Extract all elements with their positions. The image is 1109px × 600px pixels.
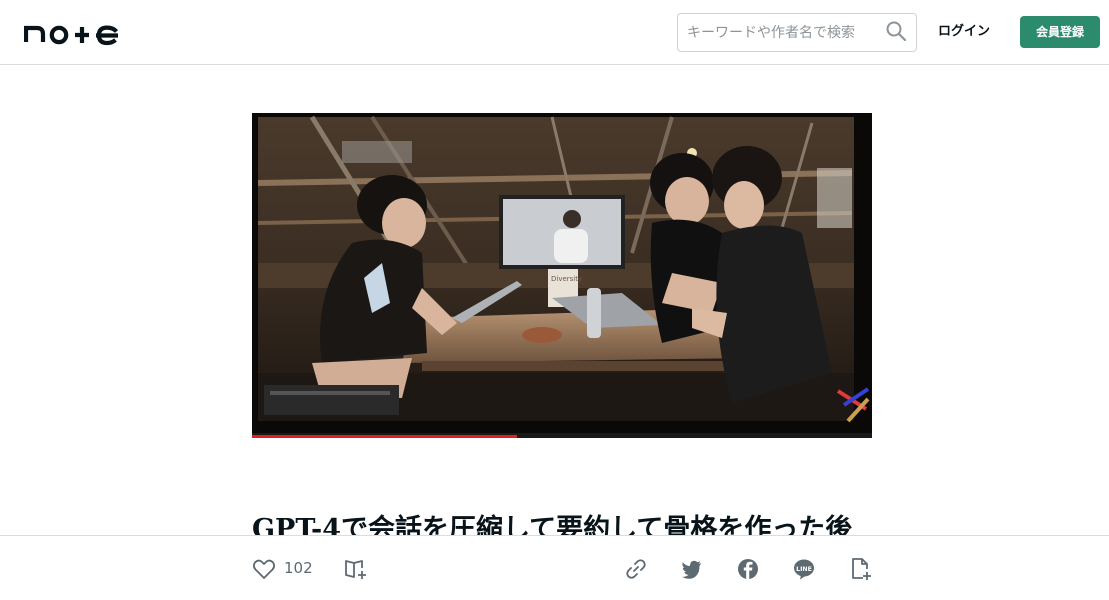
note-logo[interactable] (23, 18, 124, 46)
hero-photo-illustration: Diversity (252, 113, 872, 438)
note-embed-icon[interactable] (847, 556, 873, 582)
magazine-add-icon[interactable] (343, 556, 369, 582)
line-icon[interactable]: LINE (791, 556, 817, 582)
article-hero-image: Diversity (252, 113, 872, 438)
search-icon[interactable] (885, 20, 907, 42)
site-header: ログイン 会員登録 (0, 0, 1109, 65)
signup-button[interactable]: 会員登録 (1020, 16, 1100, 48)
screen-sign-text: Diversity (551, 275, 582, 283)
facebook-icon[interactable] (735, 556, 761, 582)
login-button[interactable]: ログイン (932, 16, 996, 48)
note-logo-mark (23, 25, 119, 46)
article-action-bar: 102 LINE (0, 535, 1109, 600)
search-input[interactable] (679, 15, 879, 50)
twitter-icon[interactable] (679, 556, 705, 582)
heart-icon[interactable] (251, 556, 277, 582)
svg-text:LINE: LINE (796, 566, 812, 573)
link-icon[interactable] (623, 556, 649, 582)
like-count[interactable]: 102 (284, 559, 313, 577)
search-box[interactable] (677, 13, 917, 52)
video-progress-bar (252, 435, 517, 438)
